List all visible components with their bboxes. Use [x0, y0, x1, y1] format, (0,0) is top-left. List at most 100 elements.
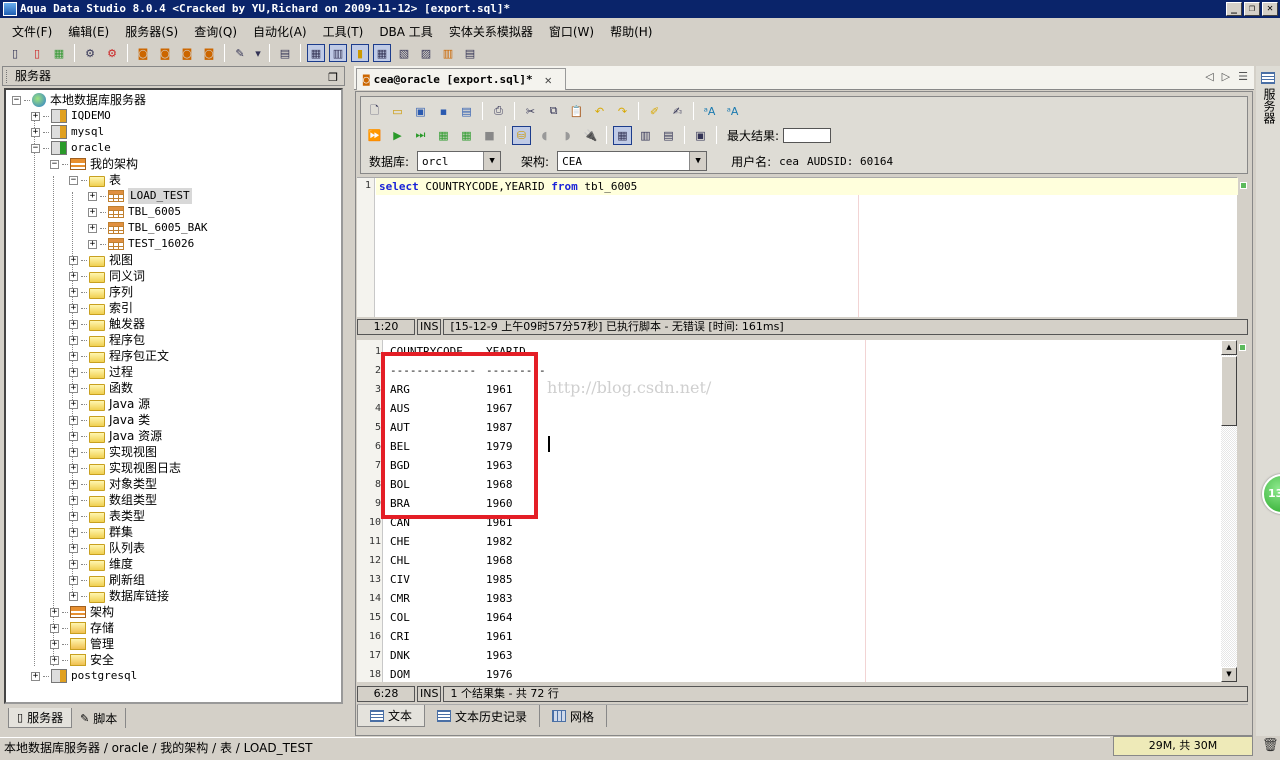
register-server-icon[interactable]: ▦	[50, 44, 68, 62]
tree-node-server[interactable]: − oracle	[31, 140, 111, 156]
copy-icon[interactable]: ⧉	[544, 102, 563, 121]
tree-node-folder[interactable]: + 视图	[69, 252, 133, 268]
menu-dba-tools[interactable]: DBA 工具	[371, 23, 441, 40]
paste-icon[interactable]: 📋	[567, 102, 586, 121]
schema-select[interactable]: CEA ▼	[557, 151, 708, 171]
new-file-icon[interactable]: 🗋	[365, 102, 384, 121]
collapse-icon[interactable]: −	[31, 143, 40, 153]
results-compare-icon[interactable]: ▤	[659, 126, 678, 145]
chart-icon[interactable]: ▥	[439, 44, 457, 62]
tree-node-table[interactable]: + TBL_6005	[88, 204, 181, 220]
expand-icon[interactable]: +	[69, 591, 78, 601]
tree-node-folder[interactable]: + Java 源	[69, 396, 150, 412]
execute-all-icon[interactable]: ⏩	[365, 126, 384, 145]
expand-icon[interactable]: +	[50, 639, 59, 649]
query-window-2-icon[interactable]: ◙	[156, 44, 174, 62]
max-results-input[interactable]	[783, 127, 832, 143]
tree-node-folder[interactable]: + 群集	[69, 524, 133, 540]
expand-icon[interactable]: +	[69, 431, 78, 441]
trash-icon[interactable]: 🗑	[1262, 738, 1279, 754]
tree-node-schema[interactable]: − 我的架构	[50, 156, 138, 172]
execute-edit-icon[interactable]: ▦	[434, 126, 453, 145]
memory-indicator[interactable]: 29M, 共 30M	[1113, 736, 1253, 756]
tree-node-storage[interactable]: + 存储	[50, 620, 114, 636]
expand-icon[interactable]: +	[88, 239, 97, 249]
menu-edit[interactable]: 编辑(E)	[60, 23, 117, 40]
servers-dock-tab[interactable]: 服务器	[1261, 88, 1278, 124]
chevron-down-icon[interactable]: ▼	[689, 152, 707, 170]
expand-icon[interactable]: +	[88, 223, 97, 233]
execute-grid-icon[interactable]: ▦	[457, 126, 476, 145]
lowercase-icon[interactable]: ᵃA	[700, 102, 719, 121]
diagram-icon[interactable]: ▨	[417, 44, 435, 62]
tree-node-server[interactable]: + postgresql	[31, 668, 137, 684]
tree-node-folder[interactable]: + 过程	[69, 364, 133, 380]
tree-node-folder[interactable]: + 触发器	[69, 316, 145, 332]
print-icon[interactable]: ⎙	[489, 102, 508, 121]
expand-icon[interactable]: +	[50, 623, 59, 633]
expand-icon[interactable]: +	[69, 367, 78, 377]
results-scrollbar[interactable]: ▲ ▼	[1221, 340, 1237, 682]
expand-icon[interactable]: +	[69, 287, 78, 297]
results-text[interactable]: 1 COUNTRYCODE YEARID 2 ------------- --------…	[357, 340, 1221, 682]
expand-icon[interactable]: +	[69, 463, 78, 473]
collapse-icon[interactable]: −	[50, 159, 59, 169]
scroll-up-icon[interactable]: ▲	[1221, 340, 1237, 355]
expand-icon[interactable]: +	[88, 191, 97, 201]
database-select[interactable]: orcl ▼	[417, 151, 502, 171]
previous-tab-icon[interactable]: ◁	[1205, 70, 1213, 83]
collapse-icon[interactable]: −	[12, 95, 21, 105]
tree-node-folder[interactable]: + 程序包	[69, 332, 145, 348]
tree-node-folder[interactable]: + Java 资源	[69, 428, 162, 444]
expand-icon[interactable]: +	[69, 511, 78, 521]
expand-icon[interactable]: +	[69, 271, 78, 281]
scroll-down-icon[interactable]: ▼	[1221, 667, 1237, 682]
expand-icon[interactable]: +	[69, 303, 78, 313]
restore-panel-icon[interactable]: ❐	[328, 69, 338, 87]
rollback-icon[interactable]: ◗	[558, 126, 577, 145]
expand-icon[interactable]: +	[69, 383, 78, 393]
tree-node-tables-folder[interactable]: − 表	[69, 172, 121, 188]
grid-view-icon[interactable]: ▦	[307, 44, 325, 62]
calculator-icon[interactable]: ▤	[276, 44, 294, 62]
tree-node-folder[interactable]: + 程序包正文	[69, 348, 169, 364]
next-tab-icon[interactable]: ▷	[1222, 70, 1230, 83]
format-icon[interactable]: ✍	[668, 102, 687, 121]
expand-icon[interactable]: +	[50, 655, 59, 665]
expand-icon[interactable]: +	[69, 543, 78, 553]
expand-icon[interactable]: +	[69, 447, 78, 457]
table-view-icon[interactable]: ▦	[373, 44, 391, 62]
save-icon[interactable]: ▣	[411, 102, 430, 121]
tree-node-folder[interactable]: + 刷新组	[69, 572, 145, 588]
expand-icon[interactable]: +	[69, 479, 78, 489]
list-icon[interactable]: ▤	[461, 44, 479, 62]
menu-server[interactable]: 服务器(S)	[117, 23, 186, 40]
execute-step-icon[interactable]: ⏭	[411, 126, 430, 145]
tab-text-history[interactable]: 文本历史记录	[425, 705, 541, 727]
save-all-icon[interactable]: ▤	[457, 102, 476, 121]
tab-text[interactable]: 文本	[357, 705, 426, 727]
dropdown-arrow-icon[interactable]: ▾	[253, 44, 263, 62]
script-icon[interactable]: ✎	[231, 44, 249, 62]
tab-list-icon[interactable]: ☰	[1238, 70, 1248, 83]
undo-icon[interactable]: ↶	[590, 102, 609, 121]
execute-icon[interactable]: ▶	[388, 126, 407, 145]
expand-icon[interactable]: +	[69, 575, 78, 585]
new-server-icon[interactable]: ▯	[6, 44, 24, 62]
tree-node-security[interactable]: + 安全	[50, 652, 114, 668]
drag-grip[interactable]	[6, 70, 9, 83]
remove-server-icon[interactable]: ▯	[28, 44, 46, 62]
expand-icon[interactable]: +	[69, 351, 78, 361]
tree-node-folder[interactable]: + 表类型	[69, 508, 145, 524]
sql-line[interactable]: select COUNTRYCODE,YEARID from tbl_6005	[376, 178, 1238, 195]
menu-help[interactable]: 帮助(H)	[602, 23, 660, 40]
tree-node-folder[interactable]: + 数组类型	[69, 492, 157, 508]
options-icon[interactable]: ▣	[691, 126, 710, 145]
expand-icon[interactable]: +	[31, 127, 40, 137]
database-view-icon[interactable]: ▮	[351, 44, 369, 62]
expand-icon[interactable]: +	[69, 559, 78, 569]
tab-scripts[interactable]: ✎ 脚本	[72, 708, 127, 728]
stop-icon[interactable]: ■	[480, 126, 499, 145]
tab-grid[interactable]: 网格	[540, 705, 608, 727]
minimize-button[interactable]: _	[1226, 2, 1242, 16]
